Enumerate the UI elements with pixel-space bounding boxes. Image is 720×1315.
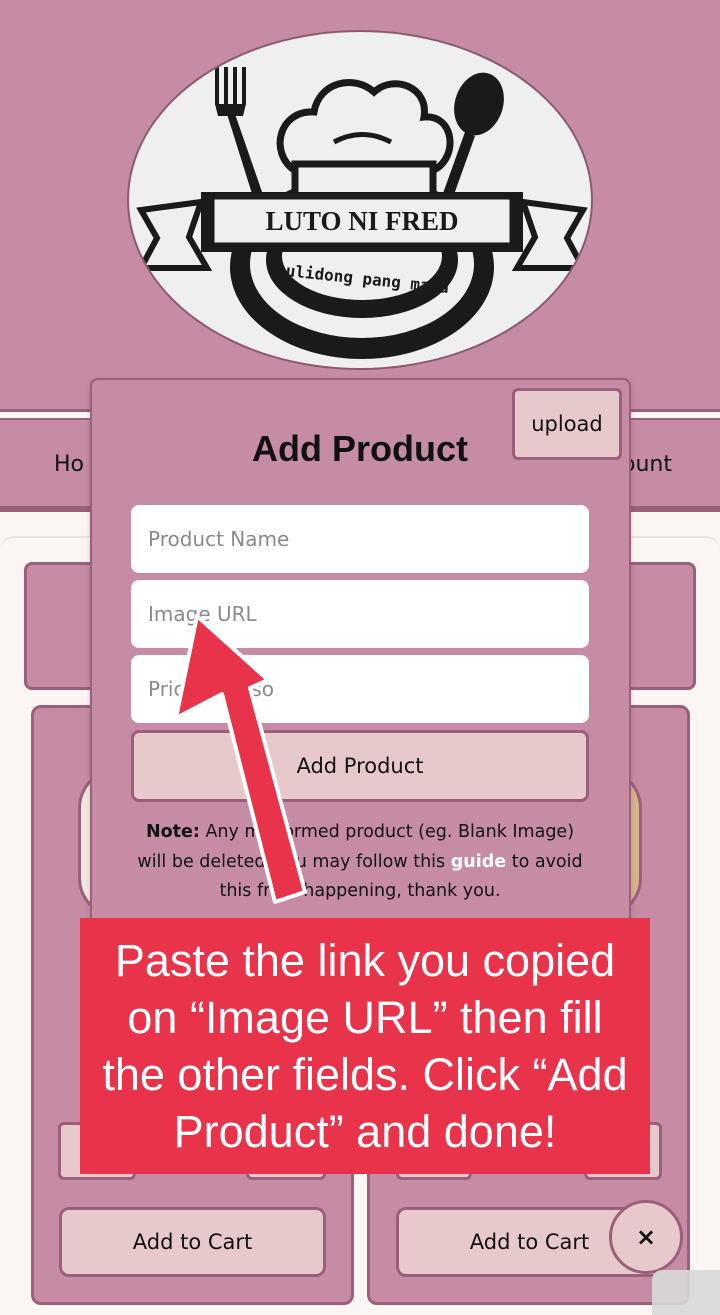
chef-hat-icon	[276, 79, 454, 208]
add-to-cart-button[interactable]: Add to Cart	[59, 1207, 326, 1277]
modal-title: Add Product	[252, 428, 468, 469]
logo-graphic: LUTO NI FRED sulidong pang masa	[136, 67, 588, 359]
brand-name-text: LUTO NI FRED	[265, 206, 458, 236]
add-product-submit-button[interactable]: Add Product	[131, 730, 589, 802]
close-button[interactable]: ×	[609, 1200, 683, 1274]
note-text: Any malformed product (eg. Blank Image) …	[137, 822, 575, 872]
site-header: LUTO NI FRED sulidong pang masa	[0, 0, 720, 412]
product-name-input[interactable]	[131, 505, 589, 573]
close-icon: ×	[635, 1223, 657, 1251]
image-url-input[interactable]	[131, 580, 589, 648]
settings-widget[interactable]	[652, 1270, 720, 1315]
note-label: Note:	[145, 822, 200, 842]
brand-logo: LUTO NI FRED sulidong pang masa	[127, 30, 593, 370]
modal-note: Note: Any malformed product (eg. Blank I…	[131, 818, 589, 907]
guide-link[interactable]: guide	[451, 852, 506, 872]
tutorial-callout: Paste the link you copied on “Image URL”…	[80, 918, 650, 1174]
price-input[interactable]	[131, 655, 589, 723]
